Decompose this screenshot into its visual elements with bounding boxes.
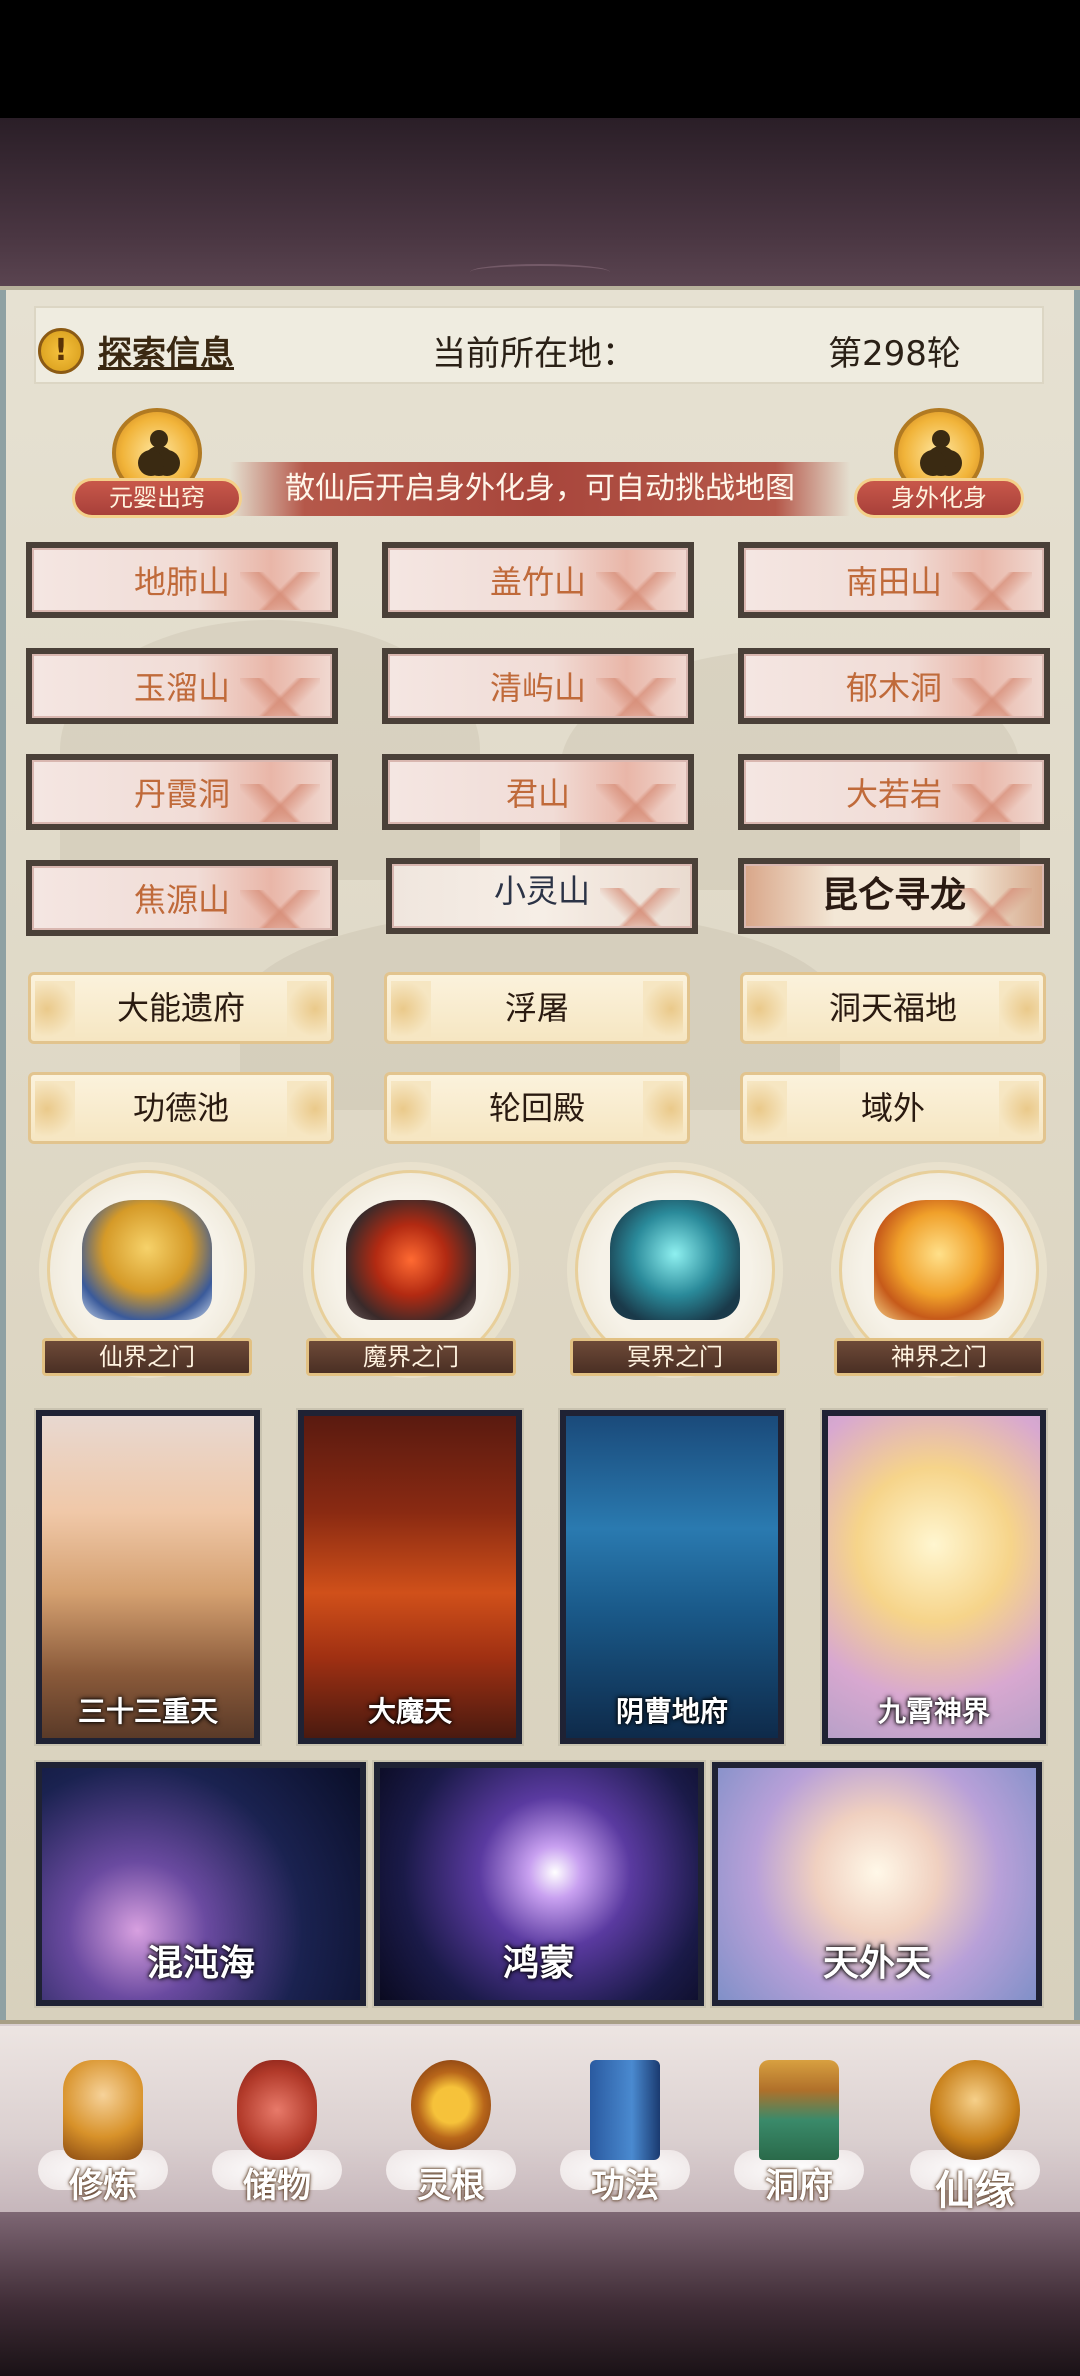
nascent-soul-label: 元婴出窍 [72,478,242,518]
map-button[interactable]: 盖竹山 [382,542,694,618]
nav-label: 仙缘 [935,2168,1015,2214]
nav-cave[interactable]: 洞府 [724,2050,874,2210]
realm-card[interactable]: 三十三重天 [36,1410,260,1744]
cosmos-label: 混沌海 [146,1943,255,1984]
nav-label: 洞府 [765,2166,833,2206]
nav-label: 修炼 [69,2166,137,2206]
demon-realm-gate[interactable]: 魔界之门 [296,1170,526,1390]
top-decorative-band [0,118,1080,286]
avatar-hint-banner: 散仙后开启身外化身，可自动挑战地图 [230,462,850,516]
map-label: 南田山 [845,563,942,601]
nav-label: 储物 [243,2166,311,2206]
exclamation-icon[interactable]: ! [38,328,84,374]
scroll-button[interactable]: 大能遗府 [28,972,334,1044]
cosmos-card[interactable]: 鸿蒙 [374,1762,704,2006]
meditating-monk-icon [63,2060,143,2160]
map-button[interactable]: 玉溜山 [26,648,338,724]
cosmos-card[interactable]: 混沌海 [36,1762,366,2006]
gourd-yin-yang-icon [930,2060,1020,2160]
map-label: 郁木洞 [845,669,942,707]
golden-pagoda-icon [874,1200,1004,1320]
nav-spirit-root[interactable]: 灵根 [376,2050,526,2210]
panel-frame-right [1074,290,1080,2020]
map-label: 小灵山 [493,872,590,910]
scroll-button[interactable]: 轮回殿 [384,1072,690,1144]
portal-label: 仙界之门 [42,1338,252,1376]
golden-palace-icon [82,1200,212,1320]
scroll-label: 轮回殿 [488,1089,585,1127]
nascent-soul-button[interactable]: 元婴出窍 [72,408,242,528]
map-label: 大若岩 [845,775,942,813]
realm-label: 阴曹地府 [615,1695,728,1728]
underworld-gate[interactable]: 冥界之门 [560,1170,790,1390]
map-label: 昆仑寻龙 [821,874,966,916]
scroll-label: 洞天福地 [828,989,957,1027]
scroll-label: 大能遗府 [116,989,245,1027]
nav-techniques[interactable]: 功法 [550,2050,700,2210]
realm-label: 三十三重天 [77,1695,218,1728]
nav-storage[interactable]: 储物 [202,2050,352,2210]
scroll-button[interactable]: 功德池 [28,1072,334,1144]
map-button[interactable]: 大若岩 [738,754,1050,830]
map-label: 盖竹山 [489,563,586,601]
portal-label: 魔界之门 [306,1338,516,1376]
cave-dwelling-icon [759,2060,839,2160]
dragon-hunt-button[interactable]: 昆仑寻龙 [738,858,1050,934]
map-button[interactable]: 君山 [382,754,694,830]
immortal-realm-gate[interactable]: 仙界之门 [32,1170,262,1390]
nav-label: 功法 [591,2166,659,2206]
map-button[interactable]: 清屿山 [382,648,694,724]
scroll-label: 功德池 [132,1089,229,1127]
cosmos-label: 鸿蒙 [502,1943,575,1984]
realm-card[interactable]: 阴曹地府 [560,1410,784,1744]
scroll-button[interactable]: 域外 [740,1072,1046,1144]
treasure-bag-icon [237,2060,317,2160]
demon-fortress-icon [346,1200,476,1320]
map-button[interactable]: 丹霞洞 [26,754,338,830]
cosmos-card[interactable]: 天外天 [712,1762,1042,2006]
spirit-root-icon [411,2060,491,2150]
current-location-label: 当前所在地： [432,334,636,374]
cosmos-label: 天外天 [822,1943,931,1984]
cloud-ornament [470,264,610,280]
realm-card[interactable]: 九霄神界 [822,1410,1046,1744]
portal-label: 神界之门 [834,1338,1044,1376]
realm-label: 九霄神界 [877,1695,990,1728]
external-avatar-label: 身外化身 [854,478,1024,518]
nav-cultivate[interactable]: 修炼 [28,2050,178,2210]
map-label: 丹霞洞 [133,775,230,813]
scroll-button[interactable]: 洞天福地 [740,972,1046,1044]
external-avatar-button[interactable]: 身外化身 [854,408,1024,528]
explore-info-link[interactable]: 探索信息 [98,326,234,375]
map-label: 地肺山 [133,563,230,601]
panel-frame-left [0,290,6,2020]
special-map-button[interactable]: 小灵山 [386,858,698,934]
realm-card[interactable]: 大魔天 [298,1410,522,1744]
round-counter: 第298轮 [828,334,961,374]
map-button[interactable]: 郁木洞 [738,648,1050,724]
divine-realm-gate[interactable]: 神界之门 [824,1170,1054,1390]
scripture-book-icon [590,2060,660,2160]
map-button[interactable]: 南田山 [738,542,1050,618]
map-button[interactable]: 焦源山 [26,860,338,936]
realm-label: 大魔天 [367,1695,452,1728]
map-label: 君山 [505,775,570,813]
scroll-button[interactable]: 浮屠 [384,972,690,1044]
map-label: 焦源山 [133,881,230,919]
map-label: 玉溜山 [133,669,230,707]
top-status-area [0,0,1080,118]
portal-label: 冥界之门 [570,1338,780,1376]
scroll-label: 浮屠 [504,989,569,1027]
ghost-palace-icon [610,1200,740,1320]
map-button[interactable]: 地肺山 [26,542,338,618]
nav-fate[interactable]: 仙缘 [900,2050,1050,2214]
scroll-label: 域外 [860,1089,925,1127]
nav-label: 灵根 [417,2166,485,2206]
map-label: 清屿山 [489,669,586,707]
